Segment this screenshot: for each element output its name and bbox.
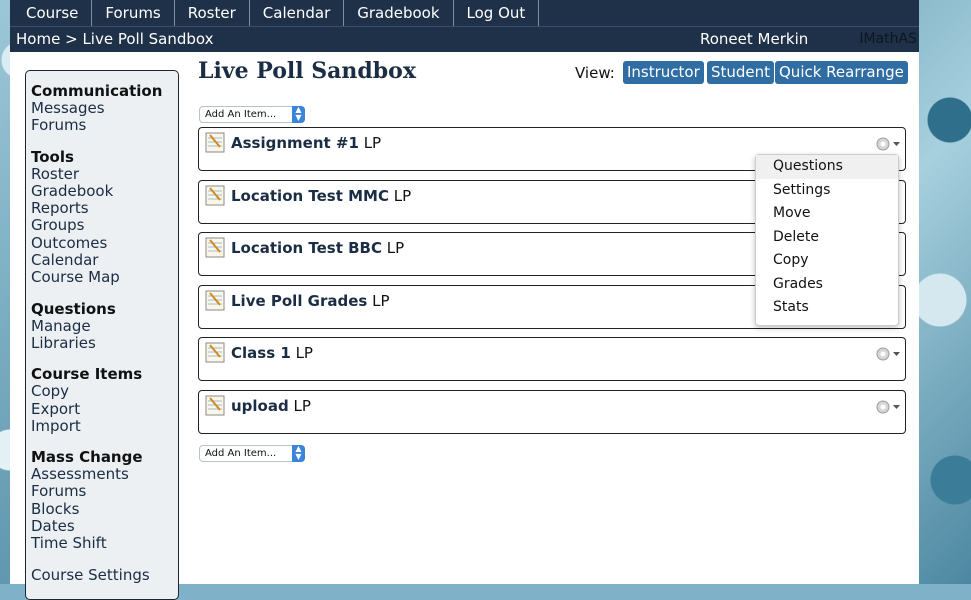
brand-logo: IMathAS <box>859 31 917 47</box>
item-name: Location Test MMC <box>231 187 389 205</box>
item-tag: LP <box>295 344 313 362</box>
item-name: Assignment #1 <box>231 134 359 152</box>
sidebar-group-mass-change: Mass Change Assessments Forums Blocks Da… <box>31 449 178 552</box>
menu-item-settings[interactable]: Settings <box>756 179 898 203</box>
item-name: Live Poll Grades <box>231 292 368 310</box>
item-title[interactable]: Class 1 LP <box>231 344 313 362</box>
menu-item-grades[interactable]: Grades <box>756 273 898 297</box>
view-instructor-button[interactable]: Instructor <box>623 61 704 84</box>
sidebar-link-blocks[interactable]: Blocks <box>31 500 178 518</box>
menu-item-delete[interactable]: Delete <box>756 226 898 250</box>
item-title[interactable]: Location Test MMC LP <box>231 187 411 205</box>
sidebar-link-libraries[interactable]: Libraries <box>31 334 178 352</box>
item-title[interactable]: Location Test BBC LP <box>231 239 404 257</box>
sidebar-link-copy[interactable]: Copy <box>31 382 178 400</box>
item-tag: LP <box>372 292 390 310</box>
assessment-icon <box>205 290 225 311</box>
gear-icon[interactable] <box>875 399 901 415</box>
sidebar-link-groups[interactable]: Groups <box>31 217 178 235</box>
menu-item-copy[interactable]: Copy <box>756 249 898 273</box>
nav-forums[interactable]: Forums <box>92 0 175 26</box>
sidebar-heading: Course Items <box>31 365 143 384</box>
sidebar-link-reports[interactable]: Reports <box>31 199 178 217</box>
sidebar: Communication Messages Forums Tools Rost… <box>25 70 179 600</box>
sidebar-group-settings: Course Settings <box>31 566 178 584</box>
add-item-label: Add An Item... <box>205 109 277 120</box>
sidebar-link-course-settings[interactable]: Course Settings <box>31 566 178 584</box>
sidebar-link-messages[interactable]: Messages <box>31 99 178 117</box>
view-quick-rearrange-button[interactable]: Quick Rearrange <box>775 61 908 84</box>
nav-gradebook[interactable]: Gradebook <box>344 0 454 26</box>
breadcrumb-bar: Home > Live Poll Sandbox Roneet Merkin I… <box>10 26 919 52</box>
sidebar-link-time-shift[interactable]: Time Shift <box>31 535 178 553</box>
item-tag: LP <box>386 239 405 257</box>
add-item-label: Add An Item... <box>205 448 277 459</box>
view-label: View: <box>575 64 615 82</box>
view-student-button[interactable]: Student <box>707 61 775 84</box>
breadcrumb-separator: > <box>65 30 78 48</box>
sidebar-link-calendar[interactable]: Calendar <box>31 251 178 269</box>
sidebar-heading: Questions <box>31 299 116 318</box>
sidebar-heading: Mass Change <box>31 448 143 467</box>
item-name: Location Test BBC <box>231 239 383 257</box>
item-tag: LP <box>393 187 412 205</box>
sidebar-group-course-items: Course Items Copy Export Import <box>31 366 178 435</box>
assessment-icon <box>205 132 225 153</box>
sidebar-heading: Communication <box>31 82 163 100</box>
item-title[interactable]: Live Poll Grades LP <box>231 292 390 310</box>
assessment-icon <box>205 342 225 363</box>
item-tag: LP <box>293 397 311 415</box>
sidebar-link-outcomes[interactable]: Outcomes <box>31 234 178 252</box>
sidebar-link-manage[interactable]: Manage <box>31 317 178 335</box>
sidebar-link-forums[interactable]: Forums <box>31 116 178 134</box>
select-arrows-icon: ▲ ▼ <box>292 106 305 123</box>
select-arrows-icon: ▲ ▼ <box>292 445 305 462</box>
sidebar-link-roster[interactable]: Roster <box>31 165 178 183</box>
sidebar-group-tools: Tools Roster Gradebook Reports Groups Ou… <box>31 147 178 287</box>
item-actions-menu: Questions Settings Move Delete Copy Grad… <box>755 154 899 326</box>
item-name: Class 1 <box>231 344 291 362</box>
breadcrumb-current: Live Poll Sandbox <box>82 30 214 48</box>
nav-roster[interactable]: Roster <box>175 0 250 26</box>
item-title[interactable]: Assignment #1 LP <box>231 134 381 152</box>
nav-calendar[interactable]: Calendar <box>250 0 345 26</box>
course-item: upload LP <box>198 390 906 434</box>
item-tag: LP <box>363 134 382 152</box>
page: Course Forums Roster Calendar Gradebook … <box>10 0 919 600</box>
sidebar-link-course-map[interactable]: Course Map <box>31 269 178 287</box>
menu-item-stats[interactable]: Stats <box>756 296 898 320</box>
sidebar-link-export[interactable]: Export <box>31 400 178 418</box>
sidebar-link-mass-forums[interactable]: Forums <box>31 483 178 501</box>
menu-item-move[interactable]: Move <box>756 202 898 226</box>
gear-icon[interactable] <box>875 346 901 362</box>
menu-item-questions[interactable]: Questions <box>756 155 898 179</box>
breadcrumb-home[interactable]: Home <box>16 30 60 48</box>
sidebar-heading: Tools <box>31 147 74 166</box>
sidebar-link-assessments[interactable]: Assessments <box>31 465 178 483</box>
item-name: upload <box>231 397 289 415</box>
sidebar-link-import[interactable]: Import <box>31 417 178 435</box>
sidebar-group-communication: Communication Messages Forums <box>31 83 178 135</box>
top-nav: Course Forums Roster Calendar Gradebook … <box>10 0 919 26</box>
nav-course[interactable]: Course <box>10 0 93 26</box>
assessment-icon <box>205 185 225 206</box>
nav-logout[interactable]: Log Out <box>454 0 540 26</box>
breadcrumb: Home > Live Poll Sandbox <box>16 27 213 52</box>
item-title[interactable]: upload LP <box>231 397 311 415</box>
add-item-select[interactable]: Add An Item... ▲ ▼ <box>199 106 305 123</box>
assessment-icon <box>205 237 225 258</box>
assessment-icon <box>205 395 225 416</box>
sidebar-link-gradebook[interactable]: Gradebook <box>31 182 178 200</box>
add-item-select-bottom[interactable]: Add An Item... ▲ ▼ <box>199 445 305 462</box>
page-title: Live Poll Sandbox <box>198 58 416 84</box>
course-item: Class 1 LP <box>198 337 906 381</box>
gear-icon[interactable] <box>875 136 901 152</box>
sidebar-group-questions: Questions Manage Libraries <box>31 299 178 353</box>
sidebar-link-dates[interactable]: Dates <box>31 517 178 535</box>
user-name: Roneet Merkin <box>700 30 809 48</box>
